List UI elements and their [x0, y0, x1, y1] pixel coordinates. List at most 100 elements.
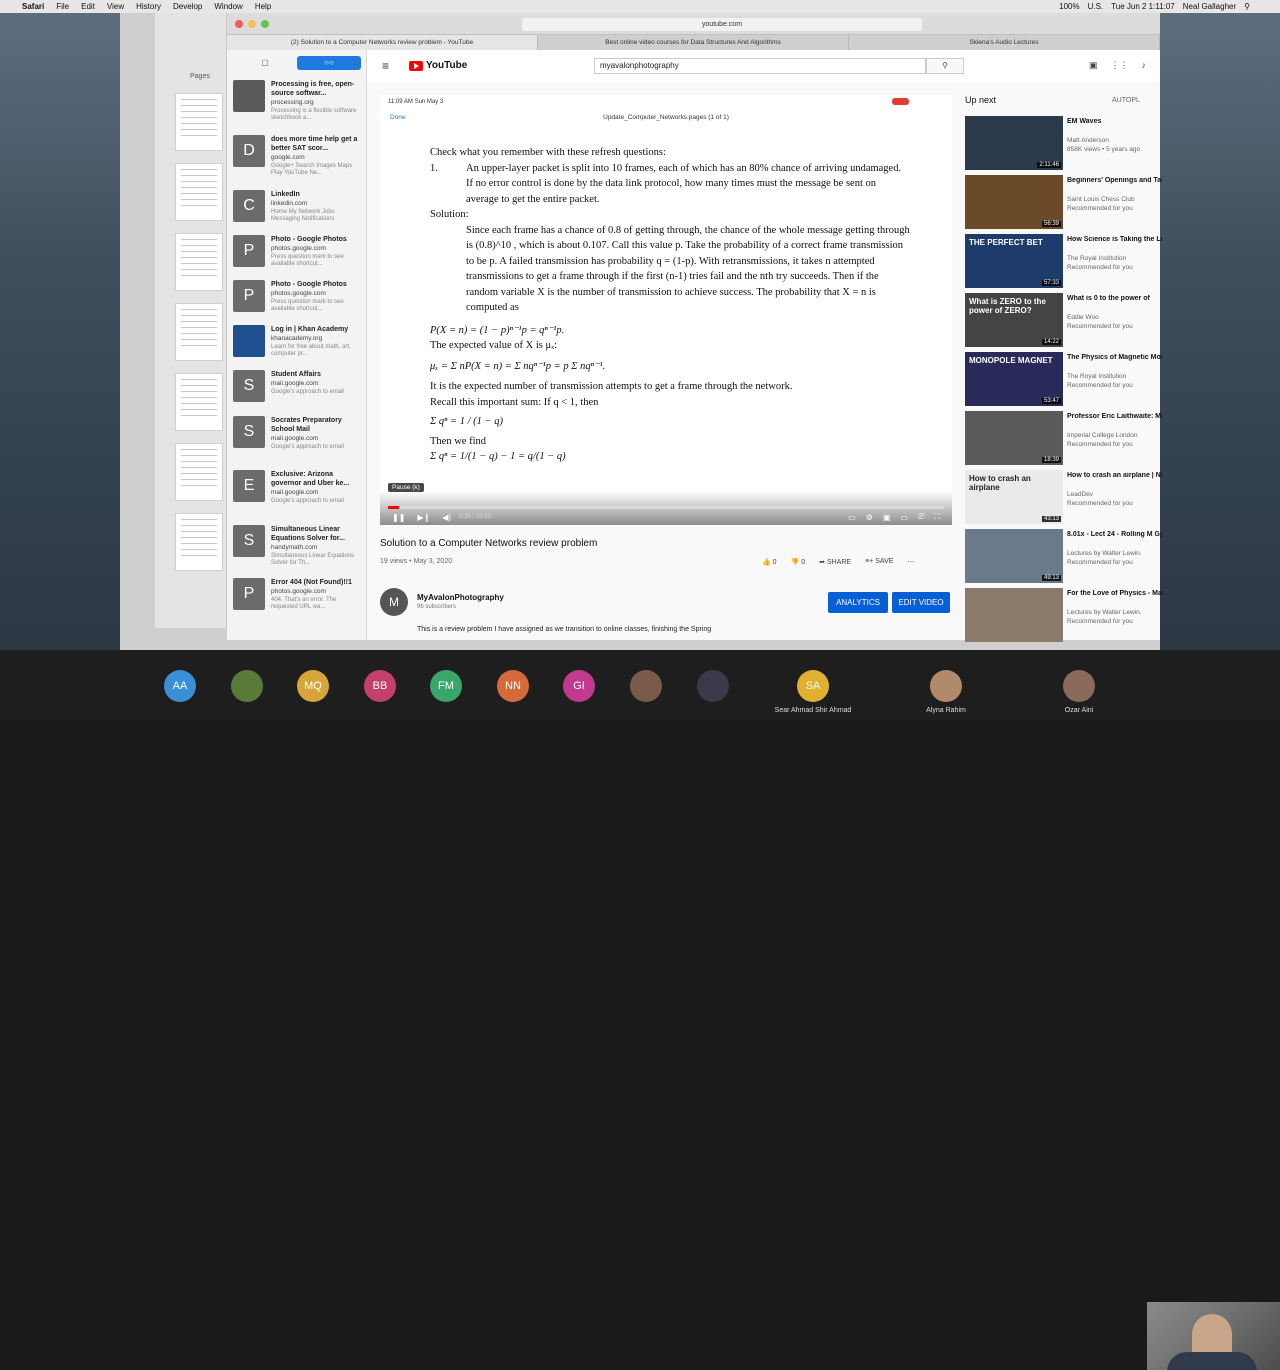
participant-avatar[interactable]	[930, 670, 962, 702]
recommended-video[interactable]: 18:39 Professor Eric Laithwaite: Magnetic…	[965, 411, 1162, 467]
participant-avatar[interactable]	[1063, 670, 1095, 702]
page-thumbnail[interactable]	[175, 233, 223, 291]
recommended-title[interactable]: Beginners' Openings and Tactics - GM Var…	[1067, 177, 1162, 186]
share-button[interactable]: ➦ SHARE	[819, 558, 851, 566]
more-options-icon[interactable]: ⋯	[907, 558, 914, 566]
volume-icon[interactable]: ◀)	[442, 513, 451, 522]
user-name[interactable]: Neal Gallagher	[1183, 2, 1236, 11]
battery-percent[interactable]: 100%	[1059, 2, 1079, 11]
theater-icon[interactable]: ▭	[900, 513, 908, 522]
recommended-title[interactable]: Professor Eric Laithwaite: Magnetic Rive…	[1067, 413, 1162, 422]
recommended-title[interactable]: 8.01x - Lect 24 - Rolling M Gyroscopes, …	[1067, 531, 1162, 540]
close-window-icon[interactable]	[235, 20, 243, 28]
participant-avatar[interactable]	[231, 670, 263, 702]
apps-grid-icon[interactable]: ⋮⋮	[1111, 60, 1129, 71]
recommended-channel[interactable]: The Royal Institution	[1067, 373, 1126, 380]
menu-history[interactable]: History	[136, 2, 161, 11]
cast-icon[interactable]: ⎚	[918, 512, 924, 522]
search-icon[interactable]: ⚲	[1244, 2, 1250, 11]
search-button-icon[interactable]: ⚲	[926, 58, 964, 74]
analytics-button[interactable]: ANALYTICS	[828, 592, 888, 613]
recommended-video[interactable]: MONOPOLE MAGNET 53:47 The Physics of Magne…	[965, 352, 1162, 408]
video-thumbnail[interactable]: How to crash an airplane 43:13	[965, 470, 1063, 524]
video-thumbnail[interactable]: 49:13	[965, 529, 1063, 583]
menu-edit[interactable]: Edit	[81, 2, 95, 11]
bookmarks-tab-icon[interactable]: ▢	[233, 56, 297, 70]
recommended-channel[interactable]: The Royal Institution	[1067, 255, 1126, 262]
reading-list-item[interactable]: Processing is free, open-source softwar.…	[233, 80, 365, 132]
participant-avatar[interactable]: FM	[430, 670, 462, 702]
reading-list-item[interactable]: E Exclusive: Arizona governor and Uber ke…	[233, 470, 365, 522]
recommended-video[interactable]: For the Love of Physics - May 16, 2011 Le…	[965, 588, 1162, 644]
youtube-logo[interactable]: YouTube	[409, 60, 467, 71]
recommended-title[interactable]: The Physics of Magnetic Monopoles - with…	[1067, 354, 1162, 363]
page-thumbnail[interactable]	[175, 163, 223, 221]
fullscreen-icon[interactable]: ⛶	[934, 512, 940, 522]
recommended-title[interactable]: How Science is Taking the Luck out of Ga…	[1067, 236, 1162, 245]
progress-bar[interactable]	[388, 506, 944, 509]
reading-list-item[interactable]: P Error 404 (Not Found)!!1 photos.google.c…	[233, 578, 365, 630]
input-locale[interactable]: U.S.	[1088, 2, 1104, 11]
zoom-window-icon[interactable]	[261, 20, 269, 28]
participant-avatar[interactable]	[697, 670, 729, 702]
participant-avatar[interactable]	[630, 670, 662, 702]
video-thumbnail[interactable]: 18:39	[965, 411, 1063, 465]
recommended-channel[interactable]: Saint Louis Chess Club	[1067, 196, 1135, 203]
participant-avatar[interactable]: SA	[797, 670, 829, 702]
page-thumbnail[interactable]	[175, 513, 223, 571]
pause-icon[interactable]: ❚❚	[392, 513, 405, 522]
video-thumbnail[interactable]: 56:39	[965, 175, 1063, 229]
participant-avatar[interactable]: GI	[563, 670, 595, 702]
reading-list-item[interactable]: S Student Affairs mail.google.com Google's …	[233, 370, 365, 422]
recommended-video[interactable]: THE PERFECT BET 57:33 How Science is Takin…	[965, 234, 1162, 290]
participant-avatar[interactable]: NN	[497, 670, 529, 702]
miniplayer-icon[interactable]: ▣	[883, 513, 891, 522]
minimize-window-icon[interactable]	[248, 20, 256, 28]
video-thumbnail[interactable]	[965, 588, 1063, 642]
page-thumbnail[interactable]	[175, 93, 223, 151]
tab-youtube-video[interactable]: (2) Solution to a Computer Networks revi…	[227, 35, 538, 50]
recommended-title[interactable]: For the Love of Physics - May 16, 2011	[1067, 590, 1162, 599]
menu-view[interactable]: View	[107, 2, 124, 11]
active-speaker-video[interactable]	[1147, 1302, 1280, 1370]
recommended-channel[interactable]: Imperial College London	[1067, 432, 1137, 439]
participant-avatar[interactable]: AA	[164, 670, 196, 702]
recommended-title[interactable]: EM Waves	[1067, 118, 1162, 127]
save-button[interactable]: ≡+ SAVE	[865, 558, 893, 566]
recommended-channel[interactable]: Eddie Woo	[1067, 314, 1099, 321]
video-thumbnail[interactable]: What is ZERO to the power of ZERO? 14:22	[965, 293, 1063, 347]
tab-skiena-lectures[interactable]: Skiena's Audio Lectures	[849, 35, 1160, 50]
participant-avatar[interactable]: BB	[364, 670, 396, 702]
menu-window[interactable]: Window	[214, 2, 242, 11]
recommended-channel[interactable]: Lectures by Walter Lewin.	[1067, 609, 1142, 616]
recommended-channel[interactable]: LeadDev	[1067, 491, 1093, 498]
notifications-icon[interactable]: ♪	[1142, 60, 1147, 71]
reading-list-item[interactable]: S Simultaneous Linear Equations Solver fo…	[233, 525, 365, 577]
recommended-title[interactable]: What is 0 to the power of	[1067, 295, 1162, 304]
recommended-video[interactable]: 49:13 8.01x - Lect 24 - Rolling M Gyrosco…	[965, 529, 1162, 585]
create-video-icon[interactable]: ▣	[1089, 60, 1098, 71]
menu-help[interactable]: Help	[255, 2, 271, 11]
video-thumbnail[interactable]: MONOPOLE MAGNET 53:47	[965, 352, 1063, 406]
dislike-button[interactable]: 👎 0	[791, 558, 806, 566]
menu-app-name[interactable]: Safari	[22, 2, 44, 11]
clock[interactable]: Tue Jun 2 1:11:07	[1111, 2, 1175, 11]
next-icon[interactable]: ▶❙	[417, 513, 430, 522]
tab-video-courses[interactable]: Best online video courses for Data Struc…	[538, 35, 849, 50]
page-thumbnail[interactable]	[175, 443, 223, 501]
menu-file[interactable]: File	[56, 2, 69, 11]
video-player[interactable]: 11:09 AM Sun May 3 Done Update_Computer_…	[380, 95, 952, 525]
recommended-video[interactable]: 2:11:46 EM Waves Matt Anderson 858K views •…	[965, 116, 1160, 172]
recommended-video[interactable]: How to crash an airplane 43:13 How to cras…	[965, 470, 1162, 526]
settings-icon[interactable]: ⚙	[866, 513, 873, 522]
autoplay-toggle[interactable]: AUTOPL	[1112, 97, 1140, 104]
video-thumbnail[interactable]: 2:11:46	[965, 116, 1063, 170]
page-thumbnail[interactable]	[175, 373, 223, 431]
page-thumbnail[interactable]	[175, 303, 223, 361]
captions-icon[interactable]: ▭	[848, 513, 856, 522]
edit-video-button[interactable]: EDIT VIDEO	[892, 592, 950, 613]
recommended-channel[interactable]: Lectures by Walter Lewin.	[1067, 550, 1142, 557]
recommended-video[interactable]: What is ZERO to the power of ZERO? 14:22 W…	[965, 293, 1160, 349]
channel-name[interactable]: MyAvalonPhotography	[417, 593, 504, 602]
menu-develop[interactable]: Develop	[173, 2, 202, 11]
